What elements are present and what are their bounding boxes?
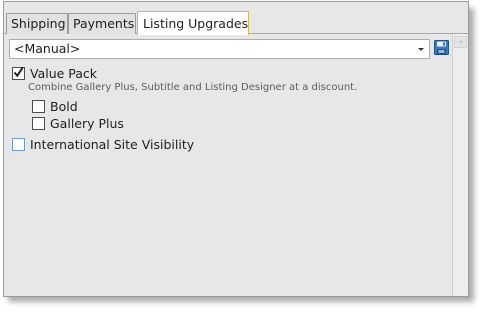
vertical-scrollbar[interactable]: [452, 34, 468, 296]
screenshot-stage: Shipping Payments Listing Upgrades <Manu…: [0, 0, 490, 317]
template-select-value: <Manual>: [14, 41, 81, 56]
scroll-up-button[interactable]: [454, 36, 467, 48]
template-select[interactable]: <Manual>: [9, 39, 430, 59]
listing-upgrades-content: <Manual> Value Pack Combine Gallery Plus…: [4, 34, 452, 296]
international-site-visibility-label: International Site Visibility: [30, 137, 195, 152]
tab-strip: Shipping Payments Listing Upgrades: [4, 2, 468, 35]
floppy-disk-icon: [434, 40, 449, 55]
international-site-visibility-checkbox[interactable]: [12, 138, 25, 151]
tab-listing-upgrades[interactable]: Listing Upgrades: [137, 11, 249, 35]
bold-label: Bold: [50, 99, 78, 114]
gallery-plus-checkbox[interactable]: [32, 117, 45, 130]
checkmark-icon: [13, 66, 24, 78]
value-pack-label: Value Pack: [30, 66, 98, 81]
tab-payments[interactable]: Payments: [68, 13, 136, 34]
tab-shipping[interactable]: Shipping: [6, 13, 68, 34]
save-template-button[interactable]: [434, 40, 449, 55]
value-pack-description: Combine Gallery Plus, Subtitle and Listi…: [28, 82, 358, 93]
listing-options-panel: Shipping Payments Listing Upgrades <Manu…: [3, 1, 469, 297]
chevron-down-icon[interactable]: [415, 41, 427, 57]
bold-checkbox[interactable]: [32, 100, 45, 113]
value-pack-checkbox[interactable]: [12, 66, 25, 80]
gallery-plus-label: Gallery Plus: [50, 116, 124, 131]
